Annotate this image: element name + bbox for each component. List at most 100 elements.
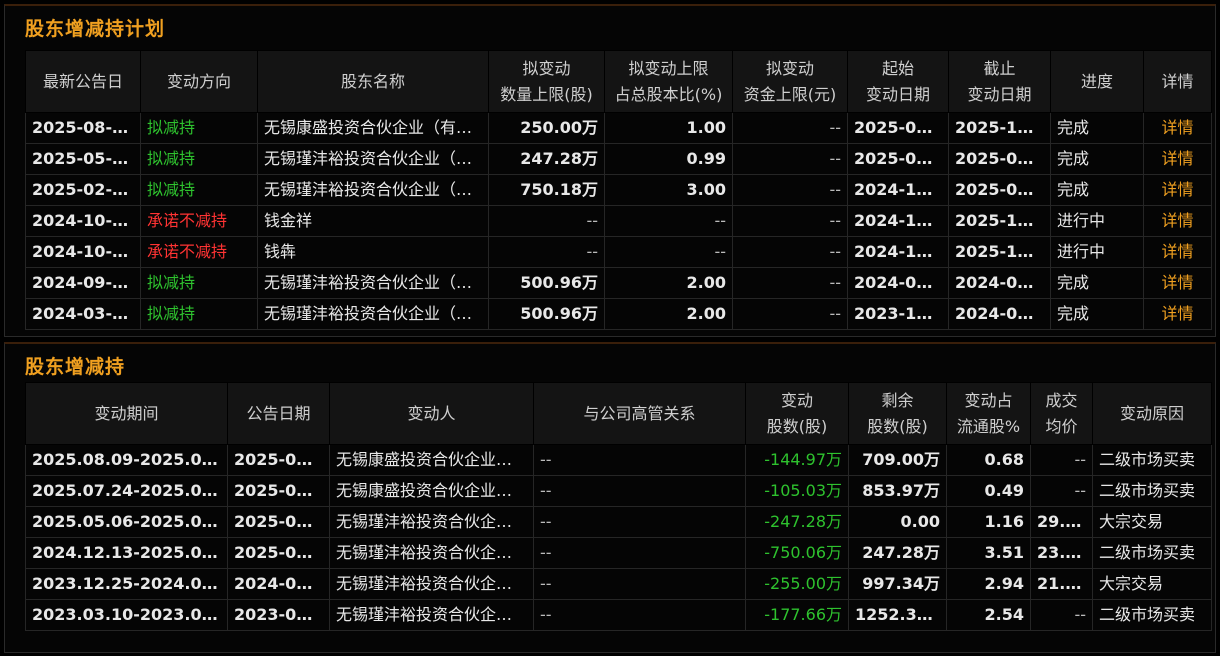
detail-link[interactable]: 详情: [1143, 267, 1212, 299]
plan-row[interactable]: 2025-08-21拟减持无锡康盛投资合伙企业（有限合伙）250.00万1.00…: [25, 112, 1212, 144]
avg-price: 21.50: [1030, 568, 1093, 600]
change-reason: 大宗交易: [1092, 568, 1212, 600]
shareholder-name: 无锡瑾沣裕投资合伙企业（有限合伙）: [257, 174, 489, 206]
change-period: 2023.03.10-2023.09.01: [25, 599, 228, 631]
changes-table: 变动期间 公告日期 变动人 与公司高管关系 变动 股数(股) 剩余 股数(股) 变动占 流通股% 成…: [25, 382, 1212, 631]
exec-relation: --: [533, 537, 746, 569]
direction: 拟减持: [140, 267, 258, 299]
changer-name: 无锡瑾沣裕投资合伙企业（有限合伙）: [329, 537, 534, 569]
pct-limit: --: [604, 205, 733, 237]
progress: 进行中: [1050, 236, 1144, 268]
pct-limit: 2.00: [604, 267, 733, 299]
plan-header-2[interactable]: 股东名称: [257, 50, 489, 113]
changes-header-line: 与公司高管关系: [583, 403, 696, 423]
remaining-shares: 247.28万: [848, 537, 947, 569]
change-shares: -247.28万: [745, 506, 849, 538]
plan-header-line: 变动日期: [967, 84, 1032, 104]
plan-row[interactable]: 2025-02-25拟减持无锡瑾沣裕投资合伙企业（有限合伙）750.18万3.0…: [25, 174, 1212, 206]
float-pct: 2.94: [946, 568, 1031, 600]
detail-link[interactable]: 详情: [1143, 298, 1212, 330]
change-period: 2025.07.24-2025.08.08: [25, 475, 228, 507]
announce-date: 2024-03-26: [25, 298, 141, 330]
plan-section: 股东增减持计划 最新公告日 变动方向 股东名称 拟变动 数量上限(股) 拟变动上限 占总股本…: [4, 4, 1216, 337]
changes-row[interactable]: 2025.07.24-2025.08.08 2025-08-09 无锡康盛投资合伙企…: [25, 475, 1212, 507]
fund-limit: --: [732, 143, 848, 175]
plan-row[interactable]: 2025-05-15拟减持无锡瑾沣裕投资合伙企业（有限合伙）247.28万0.9…: [25, 143, 1212, 175]
changes-header-line: 变动原因: [1119, 403, 1184, 423]
changer-name: 无锡瑾沣裕投资合伙企业（有限合伙）: [329, 599, 534, 631]
changes-header-4[interactable]: 变动 股数(股): [745, 382, 849, 445]
changes-row[interactable]: 2024.12.13-2025.02.24 2025-02-25 无锡瑾沣裕投资合伙…: [25, 537, 1212, 569]
avg-price: 23.06: [1030, 537, 1093, 569]
pct-limit: 0.99: [604, 143, 733, 175]
plan-row[interactable]: 2024-09-20拟减持无锡瑾沣裕投资合伙企业（有限合伙）500.96万2.0…: [25, 267, 1212, 299]
plan-header-1[interactable]: 变动方向: [140, 50, 258, 113]
plan-header-line: 拟变动: [522, 58, 571, 78]
plan-header-8[interactable]: 进度: [1050, 50, 1144, 113]
plan-row[interactable]: 2024-10-31 承诺不减持 钱金祥 -- -- -- 2024-10-30 2025-1…: [25, 205, 1212, 237]
avg-price: --: [1030, 444, 1093, 476]
plan-section-title: 股东增减持计划: [25, 18, 166, 40]
plan-header-line: 拟变动上限: [628, 58, 709, 78]
changes-row[interactable]: 2025.05.06-2025.05.14 2025-05-15 无锡瑾沣裕投资合伙…: [25, 506, 1212, 538]
avg-price: --: [1030, 599, 1093, 631]
start-date: 2025-07-24: [847, 112, 949, 144]
plan-header-line: 详情: [1161, 71, 1194, 91]
changer-name: 无锡瑾沣裕投资合伙企业（有限合伙）: [329, 506, 534, 538]
changes-header-6[interactable]: 变动占 流通股%: [946, 382, 1031, 445]
plan-header-line: 进度: [1080, 71, 1113, 91]
changes-header-1[interactable]: 公告日期: [227, 382, 330, 445]
change-reason: 二级市场买卖: [1092, 537, 1212, 569]
changes-header-2[interactable]: 变动人: [329, 382, 534, 445]
plan-header-line: 股东名称: [340, 71, 405, 91]
exec-relation: --: [533, 475, 746, 507]
fund-limit: --: [732, 236, 848, 268]
changes-header-5[interactable]: 剩余 股数(股): [848, 382, 947, 445]
change-period: 2024.12.13-2025.02.24: [25, 537, 228, 569]
changes-row[interactable]: 2023.12.25-2024.03.23 2024-03-26 无锡瑾沣裕投资合伙…: [25, 568, 1212, 600]
detail-link[interactable]: 详情: [1143, 236, 1212, 268]
plan-header-0[interactable]: 最新公告日: [25, 50, 141, 113]
shareholder-name: 无锡瑾沣裕投资合伙企业（有限合伙）: [257, 298, 489, 330]
detail-link[interactable]: 详情: [1143, 143, 1212, 175]
changes-header-3[interactable]: 与公司高管关系: [533, 382, 746, 445]
announce-date: 2025-08-21: [25, 112, 141, 144]
announce-date: 2025-08-09: [227, 475, 330, 507]
remaining-shares: 997.34万: [848, 568, 947, 600]
plan-header-9[interactable]: 详情: [1143, 50, 1212, 113]
end-date: 2025-10-22: [948, 112, 1051, 144]
plan-header-7[interactable]: 截止 变动日期: [948, 50, 1051, 113]
plan-header-4[interactable]: 拟变动上限占总股本比(%): [604, 50, 733, 113]
exec-relation: --: [533, 444, 746, 476]
plan-row[interactable]: 2024-10-31 承诺不减持 钱犇 -- -- -- 2024-10-30 2025-12…: [25, 236, 1212, 268]
fund-limit: --: [732, 112, 848, 144]
change-shares: -177.66万: [745, 599, 849, 631]
changes-row[interactable]: 2023.03.10-2023.09.01 2023-09-05 无锡瑾沣裕投资合伙…: [25, 599, 1212, 631]
change-shares: -255.00万: [745, 568, 849, 600]
plan-header-line: 变动日期: [865, 84, 930, 104]
change-shares: -105.03万: [745, 475, 849, 507]
pct-limit: 2.00: [604, 298, 733, 330]
announce-date: 2024-10-31: [25, 205, 141, 237]
fund-limit: --: [732, 267, 848, 299]
plan-header-3[interactable]: 拟变动 数量上限(股): [488, 50, 605, 113]
remaining-shares: 1252.34万: [848, 599, 947, 631]
plan-header-5[interactable]: 拟变动 资金上限(元): [732, 50, 848, 113]
detail-link[interactable]: 详情: [1143, 112, 1212, 144]
changes-header-8[interactable]: 变动原因: [1092, 382, 1212, 445]
changes-row[interactable]: 2025.08.09-2025.08.20 2025-08-21 无锡康盛投资合伙企…: [25, 444, 1212, 476]
plan-header-line: 占总股本比(%): [614, 84, 723, 104]
change-reason: 二级市场买卖: [1092, 475, 1212, 507]
detail-link[interactable]: 详情: [1143, 205, 1212, 237]
plan-header-6[interactable]: 起始 变动日期: [847, 50, 949, 113]
progress: 完成: [1050, 298, 1144, 330]
changes-header-line: 变动占: [964, 390, 1013, 410]
detail-link[interactable]: 详情: [1143, 174, 1212, 206]
changes-header-7[interactable]: 成交 均价: [1030, 382, 1093, 445]
changes-header-0[interactable]: 变动期间: [25, 382, 228, 445]
float-pct: 1.16: [946, 506, 1031, 538]
start-date: 2023-12-25: [847, 298, 949, 330]
plan-row[interactable]: 2024-03-26拟减持无锡瑾沣裕投资合伙企业（有限合伙）500.96万2.0…: [25, 298, 1212, 330]
change-period: 2025.05.06-2025.05.14: [25, 506, 228, 538]
end-date: 2025-03-13: [948, 174, 1051, 206]
